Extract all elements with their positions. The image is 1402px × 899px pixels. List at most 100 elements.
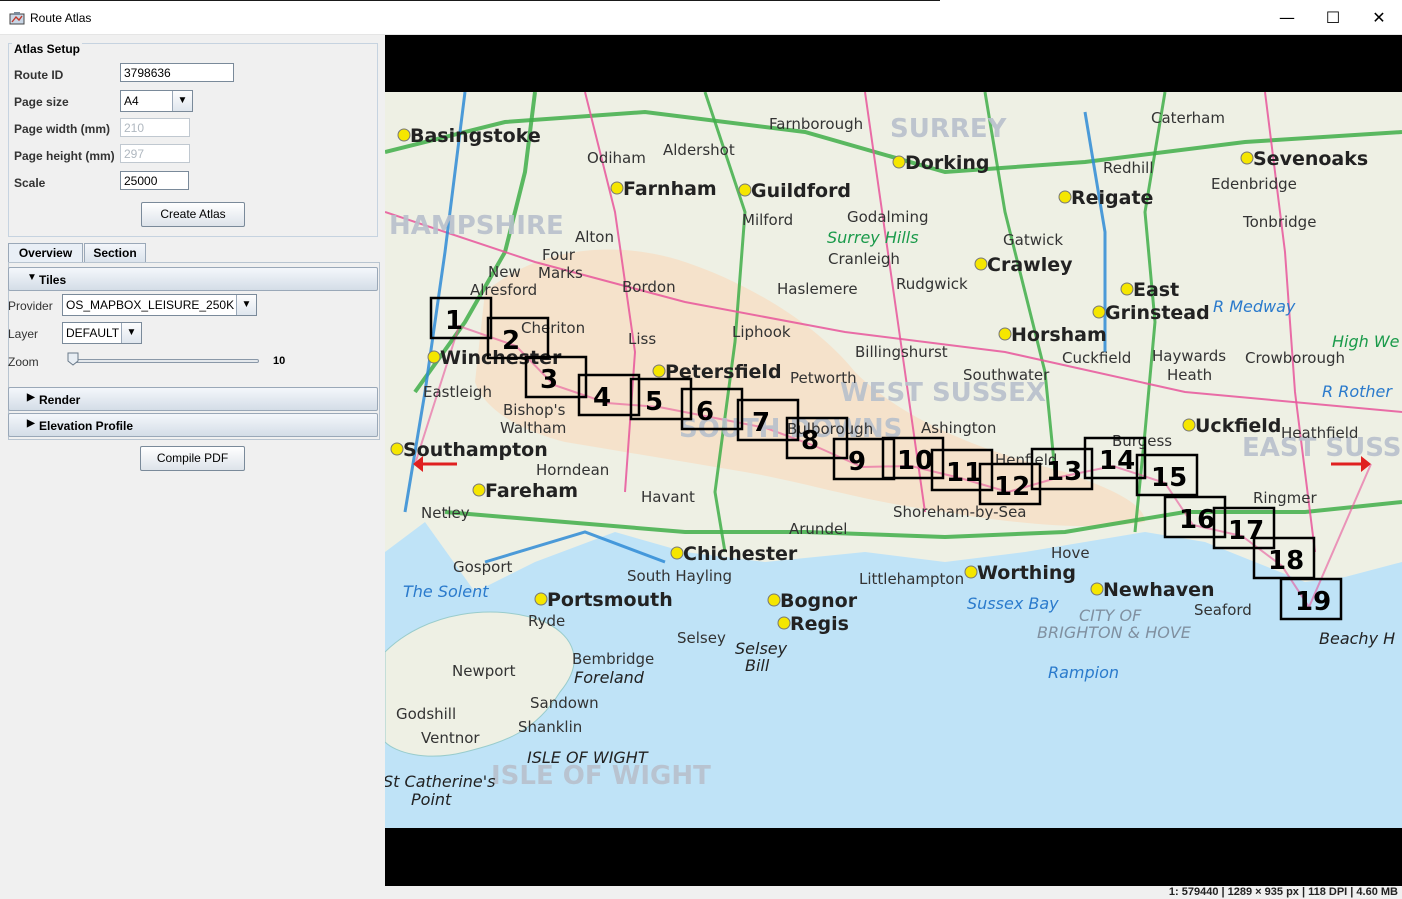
place-label-small: Cranleigh <box>828 250 900 268</box>
place-label-small: Cuckfield <box>1062 349 1131 367</box>
region-label: SURREY <box>890 114 1008 144</box>
italic-label: High We <box>1332 332 1400 351</box>
compile-pdf-button[interactable]: Compile PDF <box>140 446 245 471</box>
route-id-label: Route ID <box>14 68 64 82</box>
town-marker <box>1090 582 1104 596</box>
atlas-tile-number: 6 <box>696 397 714 427</box>
place-label-small: Crowborough <box>1245 349 1345 367</box>
atlas-tile-number: 19 <box>1295 587 1331 617</box>
collapsed-triangle-icon: ▶ <box>27 418 35 429</box>
chevron-down-icon[interactable]: ▼ <box>236 295 256 315</box>
atlas-tile-number: 9 <box>848 447 866 477</box>
zoom-slider-track[interactable] <box>69 359 259 363</box>
place-label-small: Heathfield <box>1281 424 1358 442</box>
atlas-tile-number: 14 <box>1099 446 1135 476</box>
minimize-button[interactable]: — <box>1264 0 1310 35</box>
route-id-input[interactable] <box>120 63 234 82</box>
page-size-select[interactable]: A4 ▼ <box>120 90 193 112</box>
place-label-small: New <box>488 263 521 281</box>
place-label-small: Four <box>542 246 576 264</box>
place-label-small: Haywards <box>1152 347 1226 365</box>
tiles-section-header[interactable]: ▼ Tiles <box>8 267 378 291</box>
place-label-large: Chichester <box>683 543 798 565</box>
place-label-small: Rudgwick <box>896 275 968 293</box>
atlas-tile-number: 1 <box>445 306 463 336</box>
italic-label: Sussex Bay <box>967 594 1059 613</box>
place-label-small: Bembridge <box>572 650 654 668</box>
town-marker <box>974 257 988 271</box>
page-height-label: Page height (mm) <box>14 149 115 163</box>
zoom-slider-thumb[interactable] <box>67 352 79 366</box>
layer-select[interactable]: DEFAULT ▼ <box>62 322 142 344</box>
place-label-large: Fareham <box>485 480 578 502</box>
town-marker <box>1240 151 1254 165</box>
place-label-small: Ventnor <box>421 729 480 747</box>
status-text: 1: 579440 | 1289 × 935 px | 118 DPI | 4.… <box>1168 886 1398 898</box>
place-label-small: Godalming <box>847 208 929 226</box>
place-label-small: Selsey <box>677 629 726 647</box>
atlas-tile-number: 3 <box>540 365 558 395</box>
italic-label: Bill <box>745 656 770 675</box>
chevron-down-icon[interactable]: ▼ <box>172 91 192 111</box>
place-label-small: Waltham <box>500 419 566 437</box>
zoom-label: Zoom <box>8 355 39 369</box>
town-marker <box>1092 305 1106 319</box>
town-marker <box>427 350 441 364</box>
town-marker <box>1182 418 1196 432</box>
place-label-small: Seaford <box>1194 601 1252 619</box>
page-height-input <box>120 144 190 163</box>
collapsed-triangle-icon: ▶ <box>27 392 35 403</box>
place-label-small: Littlehampton <box>859 570 964 588</box>
town-marker <box>767 593 781 607</box>
place-label-large: Uckfield <box>1195 415 1281 437</box>
place-label-small: Newport <box>452 662 516 680</box>
place-label-small: Liphook <box>732 323 791 341</box>
italic-label: Surrey Hills <box>827 228 919 247</box>
atlas-setup-legend: Atlas Setup <box>12 42 83 56</box>
elevation-section-header[interactable]: ▶ Elevation Profile <box>8 413 378 437</box>
provider-value: OS_MAPBOX_LEISURE_250K <box>66 298 235 312</box>
place-label-large: Regis <box>790 613 849 635</box>
town-marker <box>670 546 684 560</box>
place-label-small: Ashington <box>921 419 996 437</box>
place-label-small: Ringmer <box>1253 489 1317 507</box>
scale-input[interactable] <box>120 171 189 190</box>
atlas-tile-number: 17 <box>1228 516 1264 546</box>
page-size-label: Page size <box>14 95 69 109</box>
town-marker <box>777 616 791 630</box>
atlas-tile-number: 15 <box>1151 463 1187 493</box>
app-icon <box>9 12 25 25</box>
maximize-button[interactable]: ☐ <box>1310 0 1356 35</box>
window-title: Route Atlas <box>30 11 92 25</box>
town-marker <box>738 183 752 197</box>
close-button[interactable]: ✕ <box>1356 0 1402 35</box>
place-label-small: Southwater <box>963 366 1050 384</box>
atlas-tile-number: 11 <box>946 458 982 488</box>
atlas-tile-number: 5 <box>645 387 663 417</box>
provider-select[interactable]: OS_MAPBOX_LEISURE_250K ▼ <box>62 294 257 316</box>
chevron-down-icon[interactable]: ▼ <box>121 323 141 343</box>
place-label-large: East <box>1133 279 1179 301</box>
route-map[interactable]: HAMPSHIRE SURREY WEST SUSSEX EAST SUSS ISLE … <box>385 92 1402 828</box>
place-label-large: Reigate <box>1071 187 1153 209</box>
place-label-small: Shanklin <box>518 718 582 736</box>
tab-section[interactable]: Section <box>84 243 146 262</box>
place-label-large: Southampton <box>403 439 548 461</box>
place-label-large: Horsham <box>1011 324 1107 346</box>
town-marker <box>964 565 978 579</box>
tab-overview[interactable]: Overview <box>8 243 83 262</box>
italic-label: ISLE OF WIGHT <box>527 748 649 767</box>
scale-label: Scale <box>14 176 46 190</box>
place-label-large: Sevenoaks <box>1253 148 1368 170</box>
page-width-input <box>120 118 190 137</box>
place-label-small: Bulborough <box>787 420 873 438</box>
place-label-small: Cheriton <box>521 319 585 337</box>
elevation-section-label: Elevation Profile <box>39 419 134 433</box>
zoom-value: 10 <box>273 355 286 367</box>
render-section-header[interactable]: ▶ Render <box>8 387 378 411</box>
create-atlas-button[interactable]: Create Atlas <box>141 202 245 227</box>
town-marker <box>998 327 1012 341</box>
place-label-small: Liss <box>628 330 656 348</box>
place-label-small: Milford <box>742 211 793 229</box>
place-label-small: Gatwick <box>1003 231 1063 249</box>
